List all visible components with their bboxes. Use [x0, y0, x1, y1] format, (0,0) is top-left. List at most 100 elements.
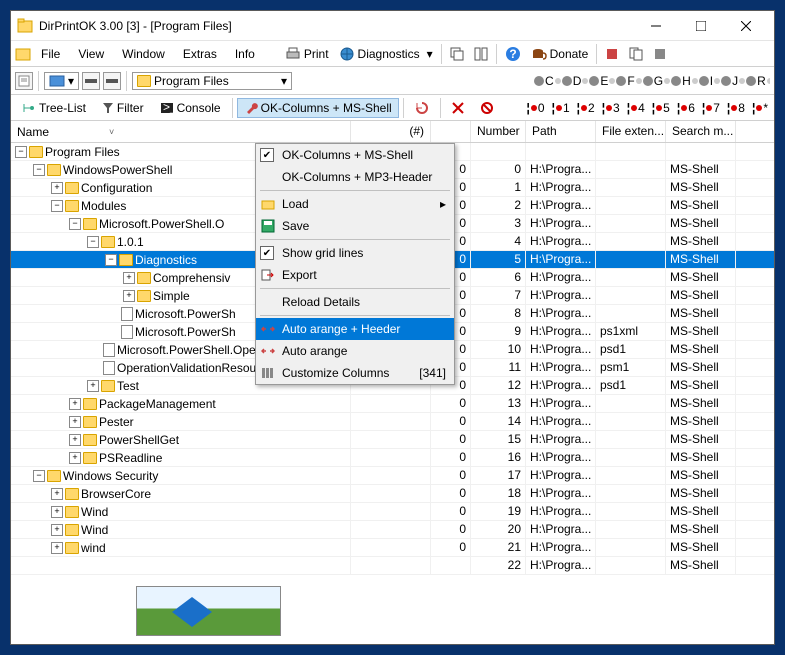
tab-console[interactable]: >_Console	[153, 98, 228, 118]
table-row[interactable]: +PSReadline016H:\Progra...MS-Shell	[11, 449, 774, 467]
notepad-icon[interactable]	[15, 72, 33, 90]
ctx-export[interactable]: Export	[256, 264, 454, 286]
drive-F[interactable]: F	[616, 74, 641, 88]
table-row[interactable]: +PowerShellGet015H:\Progra...MS-Shell	[11, 431, 774, 449]
ctx-save[interactable]: Save	[256, 215, 454, 237]
ctx-ok-columns-mp3[interactable]: OK-Columns + MP3-Header	[256, 166, 454, 188]
expand-icon[interactable]: +	[123, 290, 135, 302]
k-preset-5[interactable]: ¦5	[650, 101, 672, 115]
table-row[interactable]: +Pester014H:\Progra...MS-Shell	[11, 413, 774, 431]
print-button[interactable]: Print	[281, 45, 333, 63]
file-icon	[121, 325, 133, 339]
expand-icon[interactable]: +	[51, 524, 63, 536]
diagnostics-button[interactable]: Diagnostics ▾	[335, 44, 437, 64]
drive-selector[interactable]: ▾	[44, 72, 79, 90]
table-row[interactable]: −Windows Security017H:\Progra...MS-Shell	[11, 467, 774, 485]
k-preset-0[interactable]: ¦0	[525, 101, 547, 115]
expand-icon[interactable]: +	[51, 182, 63, 194]
k-preset-8[interactable]: ¦8	[725, 101, 747, 115]
menu-extras[interactable]: Extras	[175, 44, 225, 64]
col-header-number[interactable]: Number	[471, 121, 526, 142]
menu-view[interactable]: View	[70, 44, 112, 64]
table-row[interactable]: +PackageManagement013H:\Progra...MS-Shel…	[11, 395, 774, 413]
ctx-auto-arrange[interactable]: Auto arange	[256, 340, 454, 362]
copy-icon[interactable]	[625, 45, 647, 63]
drive-E[interactable]: E	[589, 74, 615, 88]
drive-G[interactable]: G	[643, 74, 670, 88]
table-row[interactable]: 22H:\Progra...MS-Shell	[11, 557, 774, 575]
expand-icon[interactable]: +	[69, 452, 81, 464]
sort-indicator-icon: ˅	[109, 127, 114, 137]
drive-D[interactable]: D	[562, 74, 589, 88]
table-row[interactable]: +Wind020H:\Progra...MS-Shell	[11, 521, 774, 539]
item-name: Microsoft.PowerSh	[135, 307, 236, 321]
expand-icon[interactable]: +	[69, 398, 81, 410]
app-menu-icon[interactable]	[15, 46, 31, 62]
window-cascade-icon[interactable]	[446, 45, 468, 63]
tool-icon[interactable]	[649, 45, 671, 63]
close-button[interactable]	[723, 12, 768, 40]
menu-file[interactable]: File	[33, 44, 68, 64]
table-row[interactable]: +wind021H:\Progra...MS-Shell	[11, 539, 774, 557]
tab-filter[interactable]: Filter	[95, 98, 151, 118]
ctx-customize-columns[interactable]: Customize Columns [341]	[256, 362, 454, 384]
ctx-show-grid-lines[interactable]: ✔ Show grid lines	[256, 242, 454, 264]
drive-J[interactable]: J	[721, 74, 745, 88]
cancel-all-icon[interactable]	[473, 98, 501, 118]
collapse-icon[interactable]: −	[87, 236, 99, 248]
delete-icon[interactable]	[445, 99, 471, 117]
col-header-size[interactable]	[431, 121, 471, 142]
drive-R[interactable]: R	[746, 74, 770, 88]
help-button[interactable]: ?	[501, 44, 525, 64]
drive-I[interactable]: I	[699, 74, 720, 88]
expand-icon[interactable]: +	[69, 434, 81, 446]
folder-icon	[47, 164, 61, 176]
prev-icon[interactable]	[82, 72, 100, 90]
ctx-ok-columns-ms-shell[interactable]: ✔ OK-Columns + MS-Shell	[256, 144, 454, 166]
col-header-ext[interactable]: File exten...	[596, 121, 666, 142]
collapse-icon[interactable]: −	[69, 218, 81, 230]
col-header-index[interactable]: (#)	[351, 121, 431, 142]
expand-icon[interactable]: +	[87, 380, 99, 392]
ctx-load[interactable]: Load ▸	[256, 193, 454, 215]
collapse-icon[interactable]: −	[51, 200, 63, 212]
disk-icon	[589, 76, 599, 86]
menu-window[interactable]: Window	[114, 44, 173, 64]
collapse-icon[interactable]: −	[105, 254, 117, 266]
drive-C[interactable]: C	[534, 74, 561, 88]
k-preset-2[interactable]: ¦2	[575, 101, 597, 115]
k-preset-4[interactable]: ¦4	[625, 101, 647, 115]
expand-icon[interactable]: +	[51, 488, 63, 500]
k-preset-*[interactable]: ¦*	[750, 101, 770, 115]
k-preset-7[interactable]: ¦7	[700, 101, 722, 115]
col-header-name[interactable]: Name˅	[11, 121, 351, 142]
table-row[interactable]: +BrowserCore018H:\Progra...MS-Shell	[11, 485, 774, 503]
tab-columns[interactable]: OK-Columns + MS-Shell	[237, 98, 399, 118]
maximize-button[interactable]	[678, 12, 723, 40]
ctx-auto-arrange-header[interactable]: Auto arange + Heeder	[256, 318, 454, 340]
k-preset-1[interactable]: ¦1	[550, 101, 572, 115]
collapse-icon[interactable]: −	[33, 470, 45, 482]
expand-icon[interactable]: +	[51, 506, 63, 518]
expand-icon[interactable]: +	[69, 416, 81, 428]
collapse-icon[interactable]: −	[15, 146, 27, 158]
drive-H[interactable]: H	[671, 74, 698, 88]
k-preset-6[interactable]: ¦6	[675, 101, 697, 115]
col-header-searchmode[interactable]: Search m...	[666, 121, 736, 142]
expand-icon[interactable]: +	[123, 272, 135, 284]
paint-icon[interactable]	[601, 45, 623, 63]
expand-icon[interactable]: +	[51, 542, 63, 554]
donate-button[interactable]: Donate	[527, 45, 593, 63]
collapse-icon[interactable]: −	[33, 164, 45, 176]
tab-tree-list[interactable]: Tree-List	[15, 98, 93, 118]
table-row[interactable]: +Wind019H:\Progra...MS-Shell	[11, 503, 774, 521]
window-tile-icon[interactable]	[470, 45, 492, 63]
menu-info[interactable]: Info	[227, 44, 263, 64]
ctx-reload-details[interactable]: Reload Details	[256, 291, 454, 313]
col-header-path[interactable]: Path	[526, 121, 596, 142]
refresh-icon[interactable]	[408, 98, 436, 118]
minimize-button[interactable]	[633, 12, 678, 40]
path-dropdown[interactable]: Program Files ▾	[132, 72, 292, 90]
next-icon[interactable]	[103, 72, 121, 90]
k-preset-3[interactable]: ¦3	[600, 101, 622, 115]
